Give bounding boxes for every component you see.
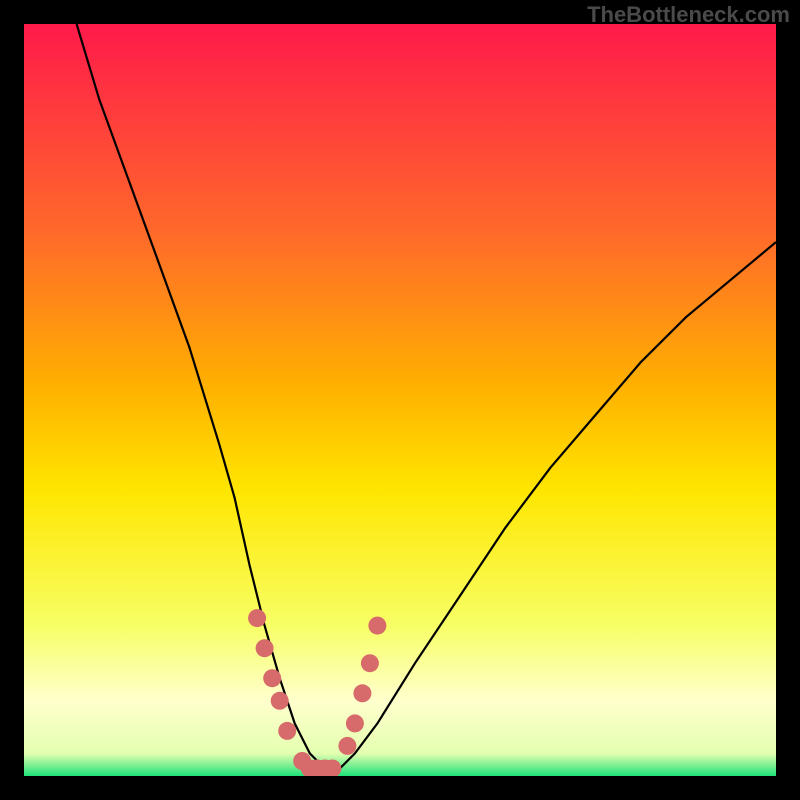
marker-dot <box>278 722 296 740</box>
marker-dot <box>346 714 364 732</box>
marker-dot <box>338 737 356 755</box>
gradient-background <box>24 24 776 776</box>
watermark-text: TheBottleneck.com <box>587 2 790 28</box>
chart-plot-area <box>24 24 776 776</box>
marker-dot <box>263 669 281 687</box>
marker-dot <box>361 654 379 672</box>
chart-svg <box>24 24 776 776</box>
marker-dot <box>256 639 274 657</box>
marker-dot <box>248 609 266 627</box>
marker-dot <box>271 692 289 710</box>
marker-dot <box>353 684 371 702</box>
marker-dot <box>368 617 386 635</box>
